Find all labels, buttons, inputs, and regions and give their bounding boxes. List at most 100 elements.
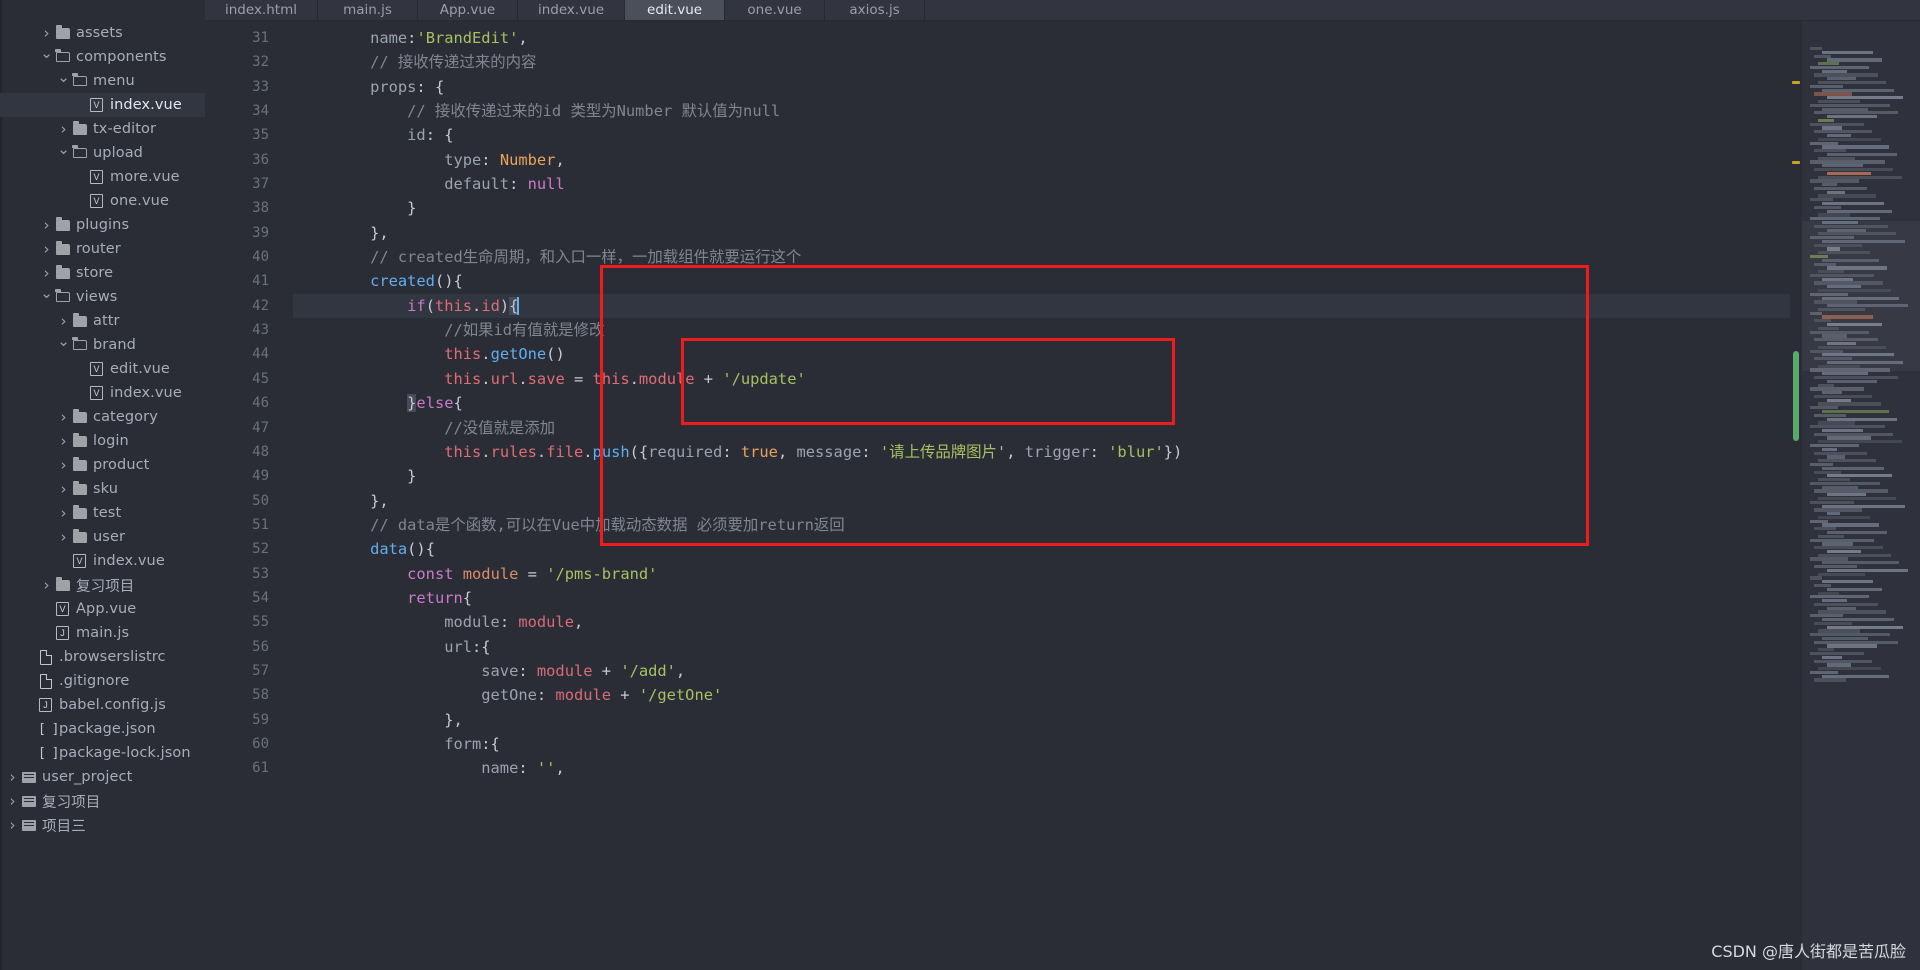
line-number[interactable]: 49 — [205, 464, 293, 488]
tree-item-assets[interactable]: assets — [0, 21, 205, 45]
tree-item-user-project[interactable]: user_project — [0, 765, 205, 789]
tree-item-test[interactable]: test — [0, 501, 205, 525]
tree-item-edit.vue[interactable]: Vedit.vue — [0, 357, 205, 381]
tree-item-login[interactable]: login — [0, 429, 205, 453]
tree-item-app.vue[interactable]: V App.vue — [0, 597, 205, 621]
code-viewport[interactable]: 31 32 33 34 35 36 37 38 39 40 41 42 43 44 45 46 47 48 49 50… — [205, 21, 1920, 970]
tree-item--[interactable]: 项目三 — [0, 813, 205, 837]
tree-item-one.vue[interactable]: Vone.vue — [0, 189, 205, 213]
tree-item-.gitignore[interactable]: .gitignore — [0, 669, 205, 693]
chevron-right-icon[interactable] — [57, 434, 70, 449]
chevron-right-icon[interactable] — [6, 794, 19, 809]
tree-item-main.js[interactable]: Jmain.js — [0, 621, 205, 645]
editor-tab-bar[interactable]: index.html main.js App.vue index.vue edit.vu… — [205, 0, 1920, 21]
tree-item-more.vue[interactable]: Vmore.vue — [0, 165, 205, 189]
chevron-right-icon[interactable] — [6, 818, 19, 833]
code-line[interactable]: type: Number, — [293, 148, 1790, 172]
code-line[interactable]: return{ — [293, 586, 1790, 610]
line-number[interactable]: 59 — [205, 708, 293, 732]
scrollbar-warning-marker[interactable] — [1792, 161, 1800, 164]
chevron-right-icon[interactable] — [40, 266, 53, 281]
scrollbar-thumb[interactable] — [1793, 351, 1799, 441]
code-line[interactable]: form:{ — [293, 732, 1790, 756]
line-number[interactable]: 41 — [205, 269, 293, 293]
chevron-right-icon[interactable] — [57, 458, 70, 473]
tree-item-index.vue[interactable]: Vindex.vue — [0, 381, 205, 405]
code-line[interactable]: getOne: module + '/getOne' — [293, 683, 1790, 707]
chevron-down-icon[interactable] — [40, 50, 53, 65]
line-number[interactable]: 60 — [205, 732, 293, 756]
tree-item-babel.config.js[interactable]: Jbabel.config.js — [0, 693, 205, 717]
chevron-down-icon[interactable] — [57, 74, 70, 89]
code-line[interactable]: name:'BrandEdit', — [293, 26, 1790, 50]
chevron-right-icon[interactable] — [57, 530, 70, 545]
line-number[interactable]: 56 — [205, 635, 293, 659]
chevron-right-icon[interactable] — [57, 122, 70, 137]
code-line[interactable]: }, — [293, 708, 1790, 732]
code-line[interactable]: module: module, — [293, 610, 1790, 634]
editor-tab-app-vue[interactable]: App.vue — [417, 0, 518, 20]
line-number[interactable]: 44 — [205, 342, 293, 366]
code-line[interactable]: props: { — [293, 75, 1790, 99]
line-number[interactable]: 52 — [205, 537, 293, 561]
project-tree-sidebar[interactable]: assets components menu Vindex.vue tx-editor u… — [0, 0, 205, 970]
line-number[interactable]: 40 — [205, 245, 293, 269]
tree-item-index.vue[interactable]: Vindex.vue — [0, 549, 205, 573]
code-minimap[interactable] — [1802, 21, 1920, 970]
line-number[interactable]: 58 — [205, 683, 293, 707]
line-number[interactable]: 53 — [205, 562, 293, 586]
code-line[interactable]: if(this.id){ — [293, 293, 1790, 319]
scrollbar-warning-marker[interactable] — [1792, 81, 1800, 84]
code-line[interactable]: //如果id有值就是修改 — [293, 318, 1790, 342]
line-number[interactable]: 39 — [205, 221, 293, 245]
tree-item-tx-editor[interactable]: tx-editor — [0, 117, 205, 141]
code-line[interactable]: }, — [293, 489, 1790, 513]
line-number[interactable]: 57 — [205, 659, 293, 683]
line-number[interactable]: 48 — [205, 440, 293, 464]
tree-item-.browserslistrc[interactable]: .browserslistrc — [0, 645, 205, 669]
code-line[interactable]: // 接收传递过来的id 类型为Number 默认值为null — [293, 99, 1790, 123]
code-line[interactable]: } — [293, 464, 1790, 488]
chevron-right-icon[interactable] — [57, 410, 70, 425]
tree-item-package-lock.json[interactable]: [ ] package-lock.json — [0, 741, 205, 765]
tree-item--[interactable]: 复习项目 — [0, 573, 205, 597]
editor-tab-axios-js[interactable]: axios.js — [825, 0, 926, 20]
code-line[interactable]: }, — [293, 221, 1790, 245]
line-number[interactable]: 37 — [205, 172, 293, 196]
chevron-right-icon[interactable] — [57, 314, 70, 329]
code-line[interactable]: this.rules.file.push({required: true, me… — [293, 440, 1790, 464]
line-number[interactable]: 35 — [205, 123, 293, 147]
chevron-right-icon[interactable] — [40, 242, 53, 257]
chevron-right-icon[interactable] — [40, 578, 53, 593]
editor-tab-index-html[interactable]: index.html — [205, 0, 318, 20]
line-number[interactable]: 38 — [205, 196, 293, 220]
line-number[interactable]: 36 — [205, 148, 293, 172]
line-number[interactable]: 42 — [205, 294, 293, 318]
chevron-right-icon[interactable] — [57, 506, 70, 521]
code-line[interactable]: save: module + '/add', — [293, 659, 1790, 683]
code-line[interactable]: name: '', — [293, 756, 1790, 780]
tree-item-menu[interactable]: menu — [0, 69, 205, 93]
tree-item-views[interactable]: views — [0, 285, 205, 309]
line-number[interactable]: 33 — [205, 75, 293, 99]
code-line[interactable]: }else{ — [293, 391, 1790, 415]
line-number[interactable]: 45 — [205, 367, 293, 391]
tree-item-upload[interactable]: upload — [0, 141, 205, 165]
chevron-right-icon[interactable] — [40, 218, 53, 233]
code-line[interactable]: url:{ — [293, 635, 1790, 659]
chevron-right-icon[interactable] — [57, 482, 70, 497]
code-line[interactable]: data(){ — [293, 537, 1790, 561]
code-line[interactable]: const module = '/pms-brand' — [293, 562, 1790, 586]
code-line[interactable]: } — [293, 196, 1790, 220]
code-line[interactable]: created(){ — [293, 269, 1790, 293]
editor-scrollbar[interactable] — [1790, 21, 1802, 970]
code-line[interactable]: this.url.save = this.module + '/update' — [293, 367, 1790, 391]
chevron-down-icon[interactable] — [40, 290, 53, 305]
tree-item-sku[interactable]: sku — [0, 477, 205, 501]
tree-item-router[interactable]: router — [0, 237, 205, 261]
code-line[interactable]: default: null — [293, 172, 1790, 196]
line-number[interactable]: 46 — [205, 391, 293, 415]
tree-item-attr[interactable]: attr — [0, 309, 205, 333]
line-number-gutter[interactable]: 31 32 33 34 35 36 37 38 39 40 41 42 43 44 45 46 47 48 49 50… — [205, 21, 293, 970]
project-tree[interactable]: assets components menu Vindex.vue tx-editor u… — [0, 21, 205, 837]
